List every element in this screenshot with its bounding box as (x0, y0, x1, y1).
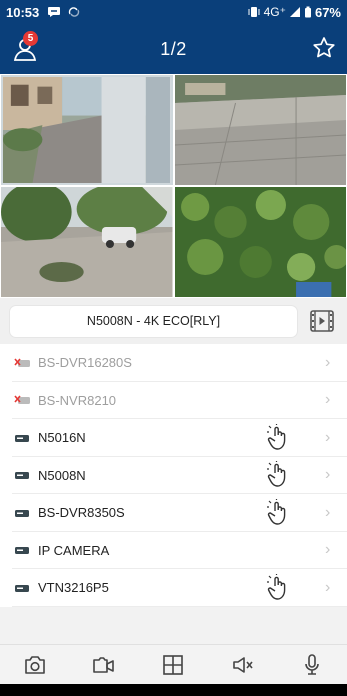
device-selector[interactable]: N5008N - 4K ECO[RLY] (10, 305, 297, 337)
record-button[interactable] (89, 650, 119, 680)
device-name: BS-DVR8350S (38, 505, 125, 521)
sync-icon (69, 7, 80, 17)
vibrate-icon (248, 7, 260, 17)
device-icon (15, 509, 29, 517)
chevron-right-icon: › (325, 541, 331, 559)
device-name: BS-NVR8210 (38, 392, 117, 408)
device-list: BS-DVR16280S › BS-NVR8210 › N5016N › N50… (0, 344, 347, 607)
device-row[interactable]: N5008N › (0, 457, 347, 495)
device-name: BS-DVR16280S (38, 355, 132, 371)
microphone-icon (305, 653, 320, 675)
status-bar: 10:53 4G⁺ 67% (0, 0, 347, 24)
camera-view-1[interactable] (1, 75, 173, 185)
page-indicator: 1/2 (160, 38, 187, 59)
camera-grid (0, 74, 347, 298)
star-outline-icon (313, 37, 335, 58)
mute-button[interactable] (228, 650, 258, 680)
favorite-button[interactable] (311, 35, 337, 61)
device-offline-icon (14, 395, 30, 405)
hand-pointer-icon[interactable] (265, 423, 291, 452)
camera-feed-driveway (3, 77, 171, 183)
video-record-icon (93, 656, 114, 673)
camera-feed-courtyard (174, 75, 346, 185)
chevron-right-icon: › (325, 353, 331, 371)
camera-view-3[interactable] (1, 187, 173, 297)
hand-pointer-icon[interactable] (265, 573, 291, 602)
playback-button[interactable] (309, 308, 335, 334)
chevron-right-icon: › (325, 466, 331, 484)
device-selector-bar: N5008N - 4K ECO[RLY] (0, 298, 347, 344)
camera-view-4[interactable] (174, 187, 346, 297)
system-nav-bar (0, 684, 347, 696)
hand-pointer-icon[interactable] (265, 498, 291, 527)
device-icon (15, 584, 29, 592)
device-row[interactable]: BS-NVR8210 › (0, 382, 347, 420)
device-icon (15, 472, 29, 480)
status-notification-icons (47, 6, 81, 18)
app-header: 5 1/2 (0, 24, 347, 74)
device-row[interactable]: BS-DVR8350S › (0, 494, 347, 532)
status-time: 10:53 (6, 4, 40, 20)
device-row[interactable]: IP CAMERA › (0, 532, 347, 570)
camera-icon (24, 655, 45, 674)
layout-button[interactable] (158, 650, 188, 680)
camera-view-2[interactable] (174, 75, 346, 185)
chevron-right-icon: › (325, 503, 331, 521)
device-name: N5008N (38, 467, 86, 483)
device-offline-icon (14, 358, 30, 367)
device-row[interactable]: BS-DVR16280S › (0, 344, 347, 382)
device-name: N5016N (38, 430, 86, 446)
device-icon (15, 434, 29, 442)
chat-icon (48, 7, 61, 17)
snapshot-button[interactable] (20, 650, 50, 680)
notification-badge: 5 (23, 31, 38, 46)
film-playback-icon (310, 310, 334, 332)
grid-layout-icon (163, 654, 184, 675)
device-row[interactable]: VTN3216P5 › (0, 569, 347, 607)
bottom-toolbar (0, 644, 347, 684)
device-icon (15, 547, 29, 555)
speaker-mute-icon (233, 656, 253, 673)
chevron-right-icon: › (325, 578, 331, 596)
device-row[interactable]: N5016N › (0, 419, 347, 457)
status-right: 4G⁺ 67% (247, 5, 341, 20)
battery-level: 67% (314, 4, 341, 20)
chevron-right-icon: › (325, 391, 331, 409)
chevron-right-icon: › (325, 428, 331, 446)
device-name: IP CAMERA (38, 542, 110, 558)
camera-feed-garden (1, 187, 173, 297)
network-type: 4G⁺ (263, 5, 286, 19)
battery-icon (304, 6, 311, 18)
device-name: VTN3216P5 (38, 580, 109, 596)
hand-pointer-icon[interactable] (265, 461, 291, 489)
microphone-button[interactable] (297, 650, 327, 680)
camera-feed-foliage (174, 187, 346, 297)
signal-icon (289, 7, 300, 17)
